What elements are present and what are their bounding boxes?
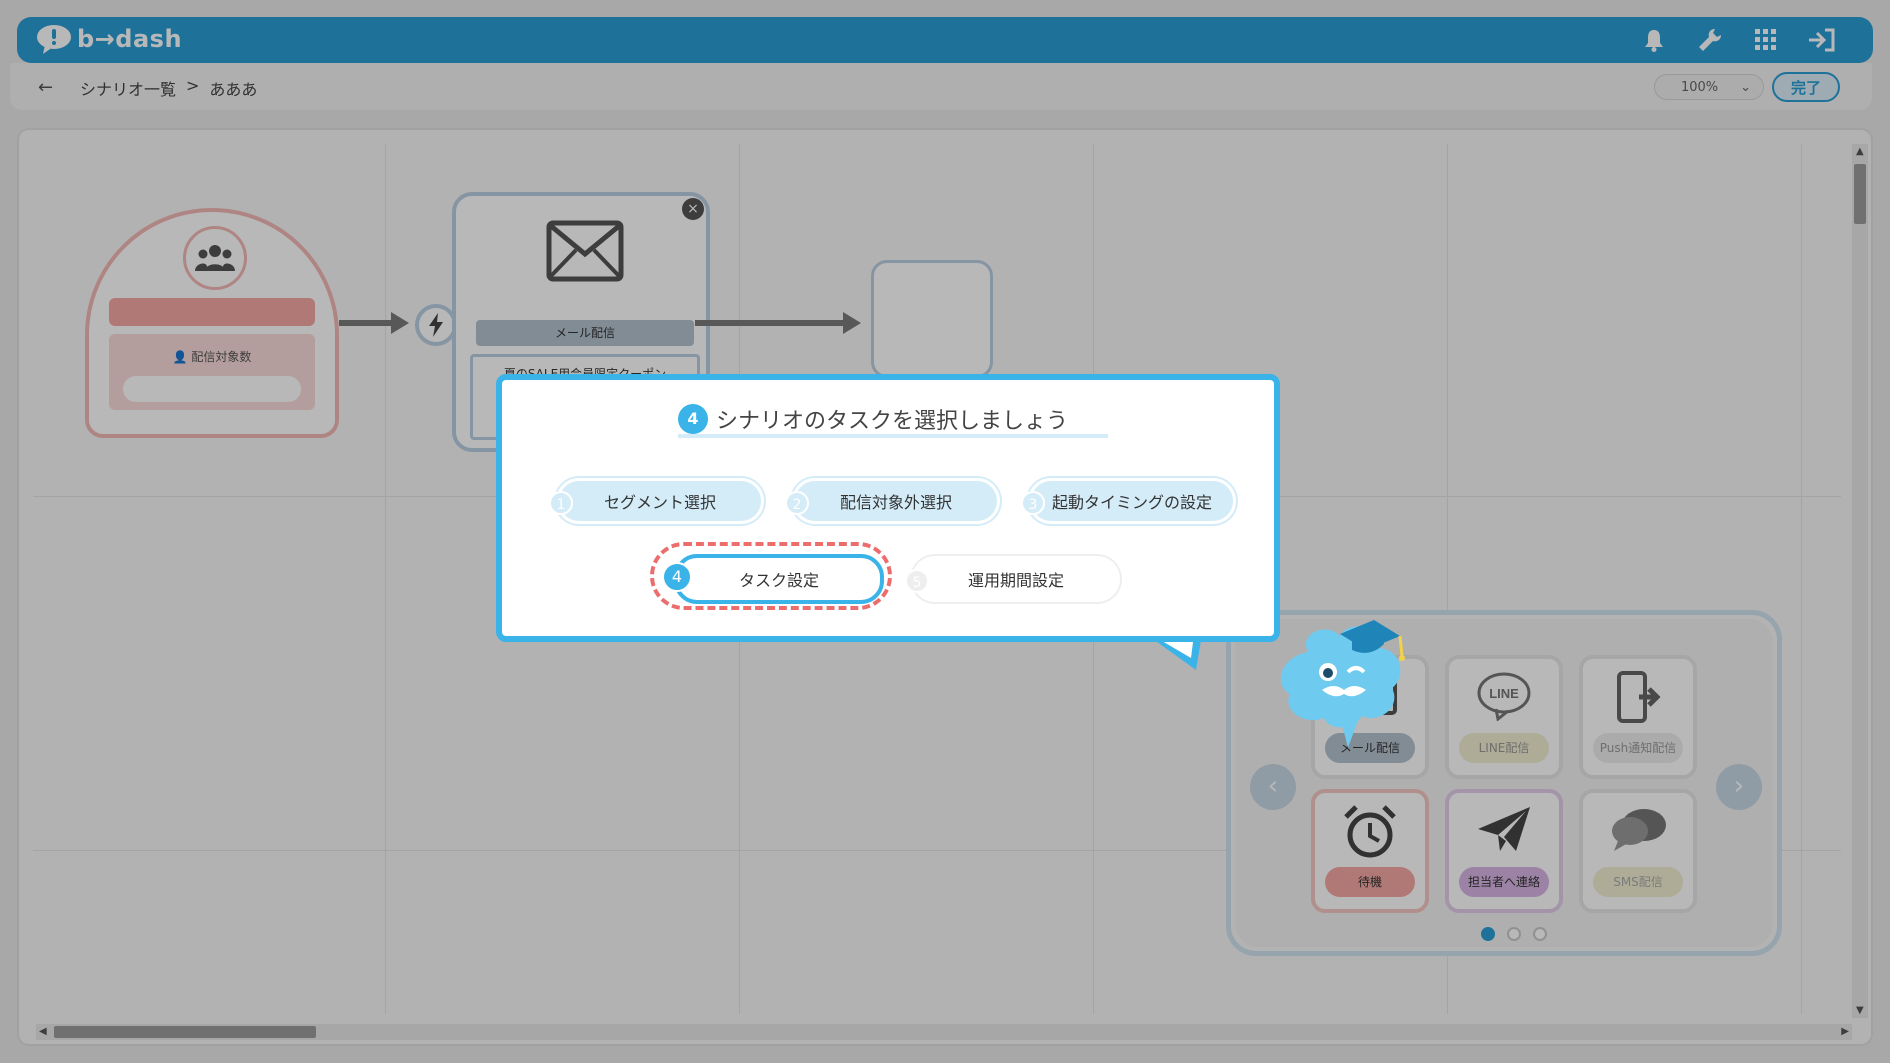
- step-label: 運用期間設定: [967, 571, 1064, 590]
- tooltip-title-text: シナリオのタスクを選択しましょう: [716, 409, 1069, 434]
- tooltip-step-badge: 4: [678, 404, 708, 434]
- step-label: 起動タイミングの設定: [1051, 493, 1212, 512]
- step-number: 3: [1021, 491, 1045, 515]
- tutorial-step-5[interactable]: 5 運用期間設定: [905, 556, 1120, 602]
- tutorial-step-3[interactable]: 3 起動タイミングの設定: [1021, 478, 1236, 524]
- current-step-highlight: [650, 542, 892, 610]
- step-number: 2: [785, 491, 809, 515]
- cloud-mascot-icon: [1280, 620, 1405, 748]
- tutorial-tooltip: 4 シナリオのタスクを選択しましょう 1 セグメント選択 2 配信対象外選択 3…: [496, 374, 1280, 642]
- step-label: 配信対象外選択: [839, 493, 952, 512]
- tooltip-title: 4 シナリオのタスクを選択しましょう: [678, 404, 1108, 438]
- step-number: 1: [549, 491, 573, 515]
- tutorial-step-1[interactable]: 1 セグメント選択: [549, 478, 764, 524]
- tutorial-step-2[interactable]: 2 配信対象外選択: [785, 478, 1000, 524]
- step-number: 5: [905, 569, 929, 593]
- step-label: セグメント選択: [603, 493, 716, 512]
